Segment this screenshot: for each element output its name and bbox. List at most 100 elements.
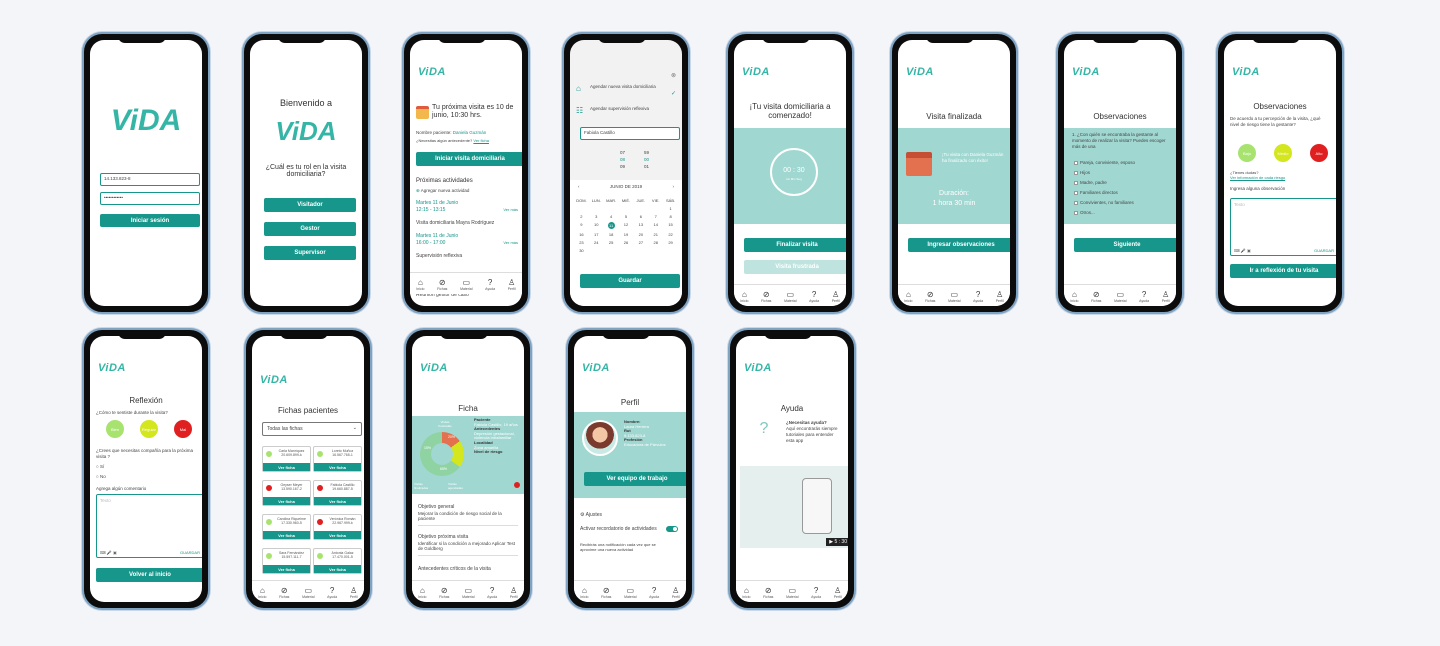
nav-files[interactable]: ⊘ Fichas [1091, 290, 1101, 303]
save-text-button[interactable]: GUARDAR [1314, 248, 1334, 253]
save-text-button[interactable]: GUARDAR [180, 550, 200, 555]
view-file-button[interactable]: Ver ficha [314, 565, 361, 573]
nav-profile[interactable]: ♙ Perfil [508, 278, 516, 291]
observation-textarea[interactable]: Texto ⌨ 🎤 ▣ GUARDAR [1230, 198, 1336, 256]
avatar[interactable] [582, 420, 618, 456]
rut-input[interactable]: 14.133.823-8 [100, 173, 200, 186]
nav-material[interactable]: ▭ Material [786, 586, 798, 599]
risk-medium-button[interactable]: Medio [1274, 144, 1292, 162]
back-home-button[interactable]: Volver al inicio [96, 568, 202, 582]
files-filter-select[interactable]: Todas las fichas ⌄ [262, 422, 362, 436]
view-file-button[interactable]: Ver ficha [314, 497, 361, 505]
checkbox[interactable] [1074, 180, 1078, 185]
nav-profile[interactable]: ♙ Perfil [672, 586, 680, 599]
view-file-button[interactable]: Ver ficha [314, 463, 361, 471]
visitador-button[interactable]: Visitador [264, 198, 356, 212]
feeling-bad-button[interactable]: Mal [174, 420, 192, 438]
nav-files[interactable]: ⊘ Fichas [439, 586, 449, 599]
nav-help[interactable]: ? Ayuda [487, 586, 497, 599]
calendar-day[interactable]: 1 [663, 206, 678, 211]
nav-help[interactable]: ? Ayuda [809, 290, 819, 303]
tutorial-video[interactable]: ▶ 5 : 30 [740, 466, 848, 548]
start-visit-button[interactable]: Iniciar visita domiciliaria [416, 152, 522, 166]
nav-profile[interactable]: ♙ Perfil [510, 586, 518, 599]
view-file-button[interactable]: Ver ficha [263, 565, 310, 573]
calendar-day[interactable]: 28 [648, 240, 663, 245]
nav-files[interactable]: ⊘ Fichas [279, 586, 289, 599]
keyboard-mic-icons[interactable]: ⌨ 🎤 ▣ [100, 550, 117, 555]
calendar-day[interactable]: 3 [589, 214, 604, 219]
nav-material[interactable]: ▭ Material [302, 586, 314, 599]
next-month-icon[interactable]: › [673, 184, 675, 190]
time-hours[interactable]: 07 08 09 [620, 150, 625, 170]
calendar-day[interactable]: 14 [648, 222, 663, 229]
nav-home[interactable]: ⌂ Inicio [1070, 290, 1078, 303]
feeling-good-button[interactable]: Bien [106, 420, 124, 438]
calendar-day[interactable]: 25 [604, 240, 619, 245]
nav-profile[interactable]: ♙ Perfil [834, 586, 842, 599]
option-4[interactable]: Familiares directos [1074, 190, 1118, 196]
calendar-day[interactable]: 7 [648, 214, 663, 219]
calendar-day[interactable]: 2 [574, 214, 589, 219]
view-file-button[interactable]: Ver ficha [263, 497, 310, 505]
nav-material[interactable]: ▭ Material [462, 586, 474, 599]
nav-home[interactable]: ⌂ Inicio [742, 586, 750, 599]
login-button[interactable]: Iniciar sesión [100, 214, 200, 227]
password-input[interactable]: •••••••••••• [100, 192, 200, 205]
nav-help[interactable]: ? Ayuda [973, 290, 983, 303]
calendar-day[interactable]: 10 [589, 222, 604, 229]
calendar-day[interactable]: 21 [648, 232, 663, 237]
nav-material[interactable]: ▭ Material [460, 278, 472, 291]
activity-1-more[interactable]: Ver más [503, 207, 518, 212]
next-button[interactable]: Siguiente [1074, 238, 1176, 252]
calendar-day[interactable]: 23 [574, 240, 589, 245]
checkbox[interactable] [1074, 170, 1078, 175]
activity-2-more[interactable]: Ver más [503, 240, 518, 245]
time-minutes[interactable]: 59 00 01 [644, 150, 649, 170]
enter-observations-button[interactable]: Ingresar observaciones [908, 238, 1010, 252]
option-2[interactable]: Hijos [1074, 170, 1090, 176]
calendar-day[interactable]: 20 [633, 232, 648, 237]
calendar-day[interactable]: 22 [663, 232, 678, 237]
calendar-day[interactable]: 13 [633, 222, 648, 229]
calendar-day[interactable]: 12 [619, 222, 634, 229]
add-activity[interactable]: ⊕ Agregar nueva actividad [416, 188, 469, 194]
calendar-day[interactable]: 15 [663, 222, 678, 229]
see-file-link[interactable]: Ver ficha [473, 138, 489, 143]
nav-home[interactable]: ⌂ Inicio [258, 586, 266, 599]
nav-home[interactable]: ⌂ Inicio [904, 290, 912, 303]
nav-help[interactable]: ? Ayuda [485, 278, 495, 291]
calendar-day[interactable]: 24 [589, 240, 604, 245]
nav-help[interactable]: ? Ayuda [811, 586, 821, 599]
calendar-day[interactable]: 5 [619, 214, 634, 219]
calendar-day[interactable]: 29 [663, 240, 678, 245]
calendar-day[interactable]: 30 [574, 248, 589, 253]
checkbox[interactable] [1074, 200, 1078, 205]
nav-files[interactable]: ⊘ Fichas [763, 586, 773, 599]
calendar-day[interactable]: 17 [589, 232, 604, 237]
schedule-visit-option[interactable]: Agendar nueva visita domiciliaria [590, 84, 660, 90]
calendar-day[interactable]: 27 [633, 240, 648, 245]
risk-low-button[interactable]: Bajo [1238, 144, 1256, 162]
calendar-day[interactable]: 11 [607, 222, 615, 229]
checkbox[interactable] [1074, 190, 1078, 195]
finish-visit-button[interactable]: Finalizar visita [744, 238, 846, 252]
nav-files[interactable]: ⊘ Fichas [601, 586, 611, 599]
view-file-button[interactable]: Ver ficha [263, 531, 310, 539]
option-6[interactable]: Otros... [1074, 210, 1095, 216]
reflection-button[interactable]: Ir a reflexión de tu visita [1230, 264, 1336, 278]
schedule-supervision-option[interactable]: Agendar supervisión reflexiva [590, 106, 660, 112]
calendar-day[interactable]: 9 [574, 222, 589, 229]
save-button[interactable]: Guardar [580, 274, 680, 288]
nav-help[interactable]: ? Ayuda [649, 586, 659, 599]
team-button[interactable]: Ver equipo de trabajo [584, 472, 686, 486]
nav-profile[interactable]: ♙ Perfil [350, 586, 358, 599]
calendar-day[interactable]: 26 [619, 240, 634, 245]
reminder-toggle[interactable] [666, 526, 678, 532]
checkbox[interactable] [1074, 210, 1078, 215]
calendar-day[interactable]: 19 [619, 232, 634, 237]
risk-info-link[interactable]: Ver información de cada riesgo [1230, 175, 1285, 180]
nav-material[interactable]: ▭ Material [784, 290, 796, 303]
nav-home[interactable]: ⌂ Inicio [740, 290, 748, 303]
option-1[interactable]: Pareja, conviviente, esposo [1074, 160, 1135, 166]
